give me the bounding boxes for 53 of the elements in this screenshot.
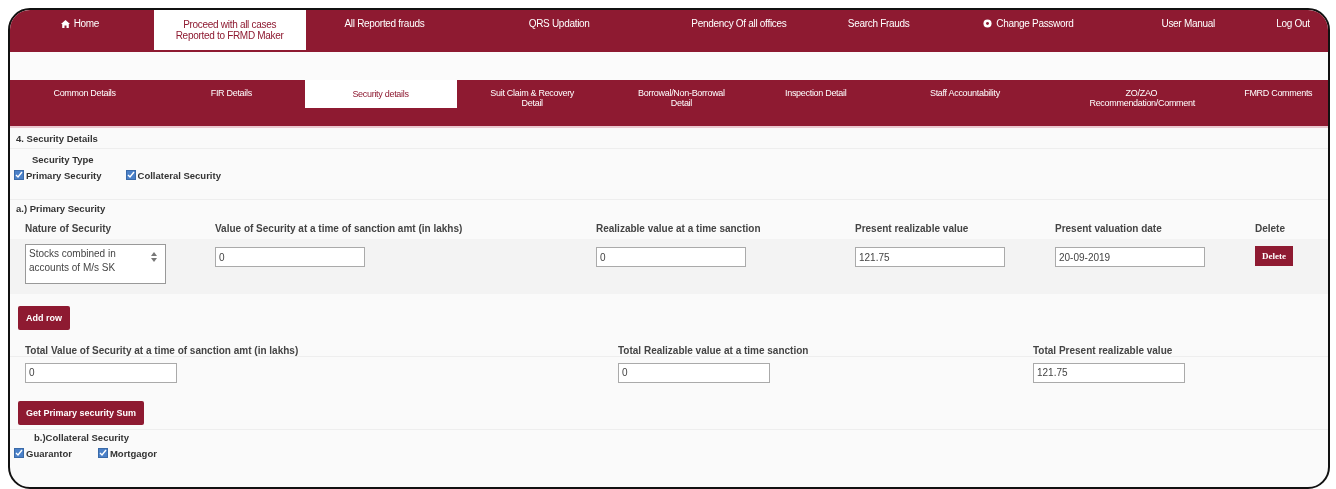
section-tab[interactable]: Inspection Detail <box>781 80 851 106</box>
section-tab[interactable]: Staff Accountability <box>925 80 1004 106</box>
nav-tab[interactable]: Pendency Of all offices <box>685 10 793 37</box>
column-header: Value of Security at a time of sanction amt (in lakhs) <box>215 222 464 234</box>
field-label: Security Type <box>32 154 94 165</box>
section-title: 4. Security Details <box>16 132 98 144</box>
check-icon <box>98 449 107 457</box>
home-icon <box>60 19 70 28</box>
section-tab[interactable]: ZO/ZAO Recommendation/Comment <box>1085 80 1198 116</box>
input-field[interactable]: 121.75 <box>1033 362 1185 383</box>
section-tab[interactable]: Suit Claim & Recovery Detail <box>476 80 589 116</box>
nav-tab[interactable]: Home <box>54 10 106 37</box>
section-tab[interactable]: FMRD Comments <box>1240 80 1317 106</box>
section-tab[interactable]: Common Details <box>49 80 120 106</box>
input-field[interactable]: 0 <box>25 362 177 383</box>
delete-button[interactable]: Delete <box>1255 246 1293 266</box>
nav-tab[interactable]: User Manual <box>1155 10 1221 37</box>
section-tab[interactable]: FIR Details <box>206 80 256 106</box>
nature-listbox[interactable]: Stocks combined in accounts of M/s SK <box>25 244 166 284</box>
column-header: Present realizable value <box>855 222 970 234</box>
checkbox[interactable]: Primary Security <box>14 169 102 181</box>
column-header: Nature of Security <box>25 222 113 234</box>
nav-tab[interactable]: Log Out <box>1270 10 1316 37</box>
subsection-title: b.)Collateral Security <box>34 431 130 443</box>
subsection-title: a.) Primary Security <box>16 203 106 214</box>
checkbox[interactable]: Guarantor <box>14 447 72 459</box>
settings-icon <box>983 19 993 28</box>
section-tab[interactable]: Borrowal/Non-Borrowal Detail <box>625 80 738 116</box>
field-label: Total Present realizable value <box>1033 345 1174 356</box>
nav-tab[interactable]: Search Frauds <box>841 10 916 37</box>
spinner-icon <box>151 252 157 262</box>
column-header: Realizable value at a time sanction <box>596 222 762 234</box>
nav-tab[interactable]: QRS Updation <box>522 10 596 37</box>
checkbox[interactable]: Mortgagor <box>97 447 157 459</box>
input-field[interactable]: 121.75 <box>855 247 1005 267</box>
nav-tab[interactable]: Proceed with all cases Reported to FRMD Maker <box>153 10 306 50</box>
input-field[interactable]: 0 <box>215 247 365 267</box>
check-icon <box>126 171 135 179</box>
date-field[interactable]: 20-09-2019 <box>1055 247 1205 267</box>
add-row-button[interactable]: Add row <box>18 306 70 330</box>
column-header: Delete <box>1255 222 1286 234</box>
checkbox[interactable]: Collateral Security <box>125 169 221 181</box>
check-icon <box>15 171 23 179</box>
column-header: Present valuation date <box>1055 222 1163 234</box>
check-icon <box>15 449 23 457</box>
nav-tab[interactable]: All Reported frauds <box>338 10 431 37</box>
nav-tab[interactable]: Change Password <box>977 10 1080 37</box>
field-label: Total Value of Security at a time of sanction amt (in lakhs) <box>25 345 300 356</box>
field-label: Total Realizable value at a time sanction <box>618 345 810 356</box>
input-field[interactable]: 0 <box>596 247 746 267</box>
input-field[interactable]: 0 <box>618 362 770 383</box>
sum-button[interactable]: Get Primary security Sum <box>18 401 145 425</box>
section-tab[interactable]: Security details <box>304 80 457 108</box>
